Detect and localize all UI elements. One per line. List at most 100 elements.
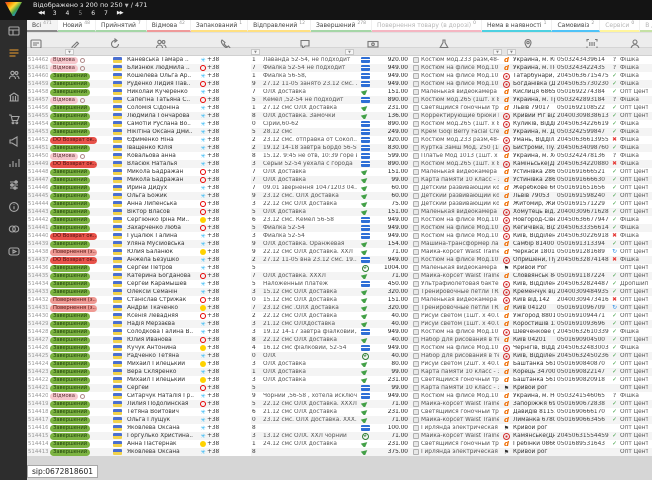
order-row[interactable]: 514462ВідмоваКаневська Тамара ..✳+381Лав… (27, 56, 652, 64)
order-row[interactable]: 514428ЗавершенийСолодкова Галина В..✳+38… (27, 328, 652, 336)
manager-icon[interactable] (629, 35, 641, 47)
purchases-icon[interactable] (0, 108, 27, 130)
order-row[interactable]: 514445ЗавершенийОльга Божик✳+38923.12 см… (27, 192, 652, 200)
orders-icon[interactable] (0, 42, 27, 64)
tab-Відправлений[interactable]: Відправлений12 (248, 20, 311, 32)
tab-Повернення товару (в дорозі)[interactable]: Повернення товару (в дорозі)0 (372, 20, 482, 32)
order-row[interactable]: 514448ЗавершенийМикола Бадражан+387ОЛХ д… (27, 168, 652, 176)
ttn-icon[interactable] (586, 35, 598, 47)
order-row[interactable]: 514426ЗавершенийКучук Антонина+38416.12 … (27, 344, 652, 352)
pager-last-button[interactable]: ▶▶ (117, 10, 123, 17)
order-row[interactable]: 514449DO Возврат ок..Власюк Наталья✳+383… (27, 160, 652, 168)
column-filter-dropdown-4[interactable]: ▼ (493, 49, 502, 55)
product-icon[interactable] (438, 35, 450, 47)
order-row[interactable]: 514437DO Возврат ок..Анжела Безушко✳+382… (27, 256, 652, 264)
column-filter-dropdown-1[interactable]: ▼ (65, 49, 74, 55)
tab-Сервіси[interactable]: Сервіси0 (600, 20, 640, 32)
order-row[interactable]: 514446ЗавершенийИрина Дидух✳+38709.01 зв… (27, 184, 652, 192)
order-row[interactable]: 514457ВідмоваСапегіна Татьяна С..+385Кем… (27, 96, 652, 104)
order-row[interactable]: 514459ЗавершенийРуденко Лидия Пав..+3892… (27, 80, 652, 88)
settings-icon[interactable] (0, 174, 27, 196)
status-icon[interactable] (69, 35, 81, 47)
address-icon[interactable] (522, 35, 534, 47)
support-icon[interactable] (0, 218, 27, 240)
pager-page-7[interactable]: 7 (104, 10, 108, 17)
client-icon[interactable] (155, 35, 167, 47)
order-row[interactable]: 514432Повернення (з..Станіслав Стрижак+3… (27, 296, 652, 304)
order-row[interactable]: 514414ЗавершенийАнна Пастернак+38124.12 … (27, 440, 652, 448)
order-row[interactable]: 514438Повернення (з..Юлия Баланюк+38922.… (27, 248, 652, 256)
order-row[interactable]: 514434ЗавершенийСергей Карамышев✳+385Нал… (27, 280, 652, 288)
tab-Самовивіз[interactable]: Самовивіз2 (552, 20, 600, 32)
order-row[interactable]: 514443ЗавершенийВіктор Власов+385ОЛХ дос… (27, 208, 652, 216)
column-filter-dropdown-5[interactable]: ▼ (507, 49, 516, 55)
pager-page-6[interactable]: 6 (91, 10, 95, 17)
order-row[interactable]: 514420ВідмоваСитарчук Наталія Гр..✳+389Ч… (27, 392, 652, 400)
callback-icon[interactable] (109, 35, 121, 47)
tab-В дорозі додому[interactable]: В дорозі додому0 (640, 20, 652, 32)
order-row[interactable]: 514429ЗавершенийНадія Мерзаєва✳+38321.12… (27, 320, 652, 328)
tab-Новий[interactable]: Новий48 (58, 20, 96, 32)
order-row[interactable]: 514456ЗавершенийСоломія Сідоніна✳+38127.… (27, 104, 652, 112)
payment-icon[interactable] (367, 35, 379, 47)
marketing-icon[interactable] (0, 130, 27, 152)
order-row[interactable]: 514453ЗавершенийНікітіна Оксана Дми..✳+3… (27, 128, 652, 136)
order-row[interactable]: 514431Повернення (з..Андрій Ткаченко+387… (27, 304, 652, 312)
tab-Нема в наявності[interactable]: Нема в наявності1 (482, 20, 552, 32)
order-row[interactable]: 514419ЗавершенийЛилия Подолинская+38522.… (27, 400, 652, 408)
order-row[interactable]: 514436ЗавершенийСергей Петров✳+385₴1004.… (27, 264, 652, 272)
pager-page-3[interactable]: 3 (53, 10, 57, 17)
order-row[interactable]: 514435ЗавершенийКатерина Богданова+387ОЛ… (27, 272, 652, 280)
comment-icon[interactable] (299, 35, 311, 47)
pager-page-4[interactable]: 4 (66, 10, 70, 17)
chevron-down-icon[interactable]: ▼ (125, 3, 129, 9)
order-row[interactable]: 514455ЗавершенийЛюдмила Гончарова✳+388ОЛ… (27, 112, 652, 120)
order-row[interactable]: 514444ЗавершенийАнна Липенська+38322.12 … (27, 200, 652, 208)
tab-Завершений[interactable]: Завершений278 (311, 20, 372, 32)
company-icon[interactable] (0, 86, 27, 108)
order-row[interactable]: 514427ЗавершенийЮлия Иванова+38822.12 см… (27, 336, 652, 344)
order-row[interactable]: 514440DO Возврат ок..Гуцалюк Галина✳+383… (27, 232, 652, 240)
stats-icon[interactable] (0, 152, 27, 174)
phone-prefix: +38 (207, 57, 220, 63)
column-filter-dropdown-3[interactable]: ▼ (345, 49, 354, 55)
order-row[interactable]: 514458ЗавершенийНиколай Кучеренко✳+387ОЛ… (27, 88, 652, 96)
column-filter-dropdown-2[interactable]: ▼ (251, 49, 260, 55)
tab-Всі[interactable]: Всі471 (27, 20, 58, 32)
order-row[interactable]: 514451ЗавершенийІващенко Юлія✳+38219.12 … (27, 144, 652, 152)
tab-Відмова[interactable]: Відмова42 (147, 20, 191, 32)
order-row[interactable]: 514422ЗавершенийМихаил Гилецький+383ОЛХ … (27, 376, 652, 384)
order-id-icon[interactable] (30, 35, 42, 47)
order-row[interactable]: 514430ЗавершенийКсенія Левадняя+38222.12… (27, 312, 652, 320)
order-row[interactable]: 514416ЗавершенийЯковлева Оксана✳+388100.… (27, 424, 652, 432)
order-row[interactable]: 514423ЗавершенийВера Скляренко✳+381ОЛХ д… (27, 368, 652, 376)
order-row[interactable]: 514447ЗавершенийМикола Бадражан+387ОЛХ д… (27, 176, 652, 184)
order-row[interactable]: 514415ЗавершенийГоргулько Христина..✳+38… (27, 432, 652, 440)
order-row[interactable]: 514450ВідмоваКовальова анна✳+38815.12. 9… (27, 152, 652, 160)
video-icon[interactable] (0, 240, 27, 262)
pager-first-button[interactable]: ◀◀ (38, 10, 44, 17)
dashboard-icon[interactable] (0, 20, 27, 42)
order-row[interactable]: 514425ЗавершенийРадченко Тетяна✳+380ОЛХ₴… (27, 352, 652, 360)
tab-Прийнятий[interactable]: Прийнятий7 (96, 20, 147, 32)
order-row[interactable]: 514461ВідмоваБлизнюк Людмила ..+387Фиалк… (27, 64, 652, 72)
order-row[interactable]: 514439ЗавершенийУляна Мусійовська✳+389ОЛ… (27, 240, 652, 248)
order-row[interactable]: 514421ЗавершенийСергей+38599.00Карта пам… (27, 384, 652, 392)
order-row[interactable]: 514460ЗавершенийКошелева Ольга Ар..✳+381… (27, 72, 652, 80)
phone-icon[interactable] (219, 35, 231, 47)
clients-icon[interactable] (0, 64, 27, 86)
order-row[interactable]: 514424ЗавершенийМихаил Гилецький+383ОЛХ … (27, 360, 652, 368)
app-logo-icon[interactable] (5, 2, 22, 16)
tab-Запакований[interactable]: Запакований1 (191, 20, 248, 32)
pager-page-5[interactable]: 5 (78, 10, 82, 17)
order-row[interactable]: 514417ЗавершенийОльга Глущук✳+38023.12 с… (27, 416, 652, 424)
pagination-summary[interactable]: Відображено з 200 по 250 ▼ / 471 (33, 1, 147, 9)
order-row[interactable]: 514433ЗавершенийОлексій Семанін✳+38315.1… (27, 288, 652, 296)
order-row[interactable]: 514442ЗавершенийСергіюнко Іріна Ми..+386… (27, 216, 652, 224)
order-row[interactable]: 514454ЗавершенийСамотій Руслана Во..✳+38… (27, 120, 652, 128)
info-icon[interactable] (0, 196, 27, 218)
order-row[interactable]: 514441ЗавершенийЗахарченко Люба+385Фиалк… (27, 224, 652, 232)
order-row[interactable]: 514418ЗавершенийТетяна Войтович✳+38621.1… (27, 408, 652, 416)
order-row[interactable]: 514452DO Возврат ок..Єфименко Ніна✳+3822… (27, 136, 652, 144)
order-row[interactable]: 514413ЗавершенийЯковлева Оксана✳+388375.… (27, 448, 652, 456)
